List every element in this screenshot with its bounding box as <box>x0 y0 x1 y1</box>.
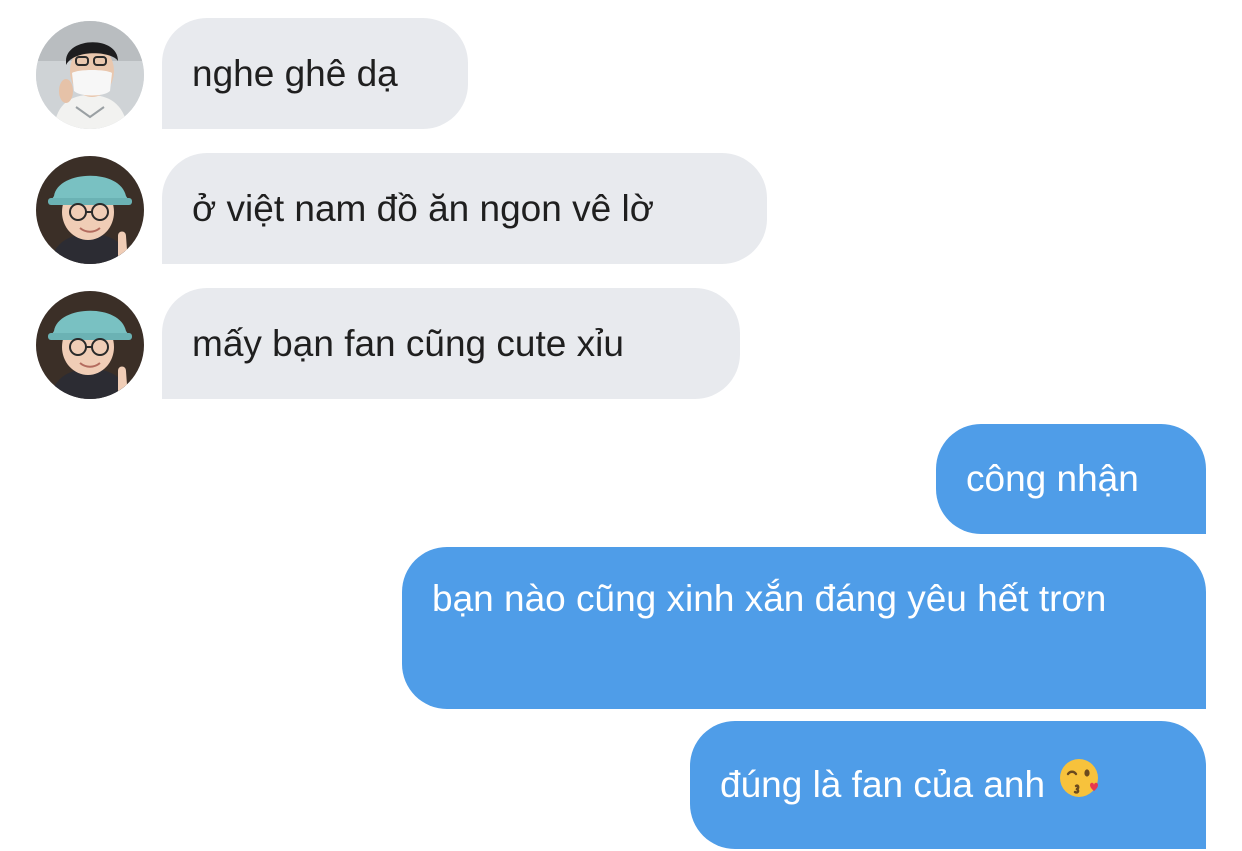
bucket-hat-person-avatar-icon <box>36 156 144 264</box>
chat-thread: nghe ghê dạ ở việt nam đồ ăn ngon vê lờ <box>0 0 1242 851</box>
message-bubble-incoming[interactable]: mấy bạn fan cũng cute xỉu <box>162 288 740 399</box>
message-bubble-incoming[interactable]: nghe ghê dạ <box>162 18 468 129</box>
message-text: công nhận <box>966 458 1139 499</box>
message-text: đúng là fan của anh <box>720 764 1046 805</box>
message-text: nghe ghê dạ <box>192 52 398 94</box>
message-bubble-incoming[interactable]: ở việt nam đồ ăn ngon vê lờ <box>162 153 767 264</box>
message-bubble-outgoing[interactable]: bạn nào cũng xinh xắn đáng yêu hết trơn <box>402 547 1206 709</box>
message-bubble-outgoing[interactable]: công nhận <box>936 424 1206 534</box>
bucket-hat-person-avatar-icon <box>36 291 144 399</box>
avatar[interactable] <box>36 156 144 264</box>
message-text: mấy bạn fan cũng cute xỉu <box>192 322 624 364</box>
message-text: ở việt nam đồ ăn ngon vê lờ <box>192 187 654 229</box>
masked-person-avatar-icon <box>36 21 144 129</box>
message-bubble-outgoing[interactable]: đúng là fan của anh <box>690 721 1206 849</box>
avatar[interactable] <box>36 291 144 399</box>
kissing-face-winking-icon <box>1059 757 1101 813</box>
message-text: bạn nào cũng xinh xắn đáng yêu hết trơn <box>432 578 1107 619</box>
avatar[interactable] <box>36 21 144 129</box>
